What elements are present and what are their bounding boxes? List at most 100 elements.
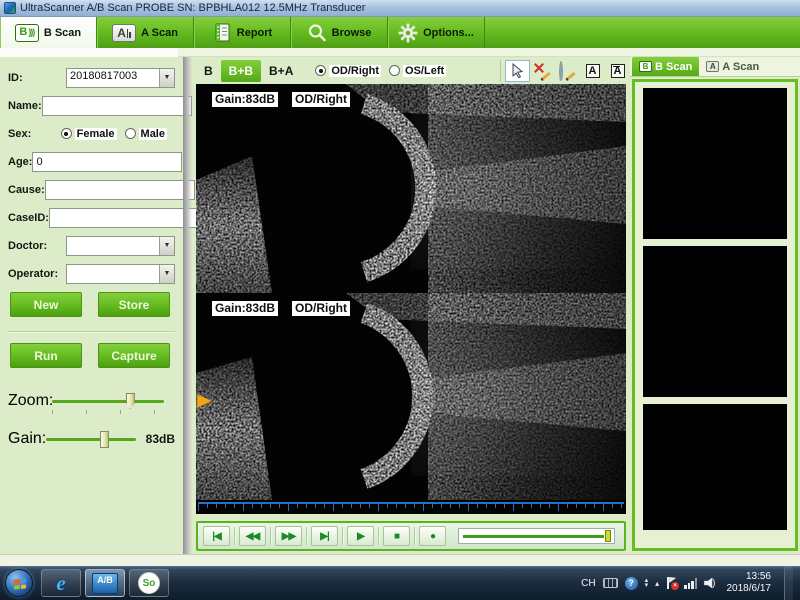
zoom-slider-thumb[interactable] [126,393,135,409]
a-scan-icon: A [112,24,136,42]
text-annotation-tool-button[interactable]: A [580,60,605,82]
toolbar-b-scan-button[interactable]: B))) B Scan [0,17,97,48]
browse-magnifier-icon [307,23,327,43]
mode-tab-b[interactable]: B [196,60,221,82]
gallery-body [632,79,798,551]
capture-thumbnail-3[interactable] [643,404,787,530]
pointer-tool-button[interactable] [505,60,530,82]
network-signal-icon[interactable] [684,578,697,589]
name-label: Name: [8,100,42,112]
internet-explorer-icon: e [56,573,65,594]
caseid-input[interactable] [49,208,199,228]
cause-label: Cause: [8,184,45,196]
text-a-overline-icon: A [611,64,625,78]
sex-male-label[interactable]: Male [139,128,167,140]
sogou-icon: So [138,572,160,594]
b-scan-mini-icon: B [639,61,652,72]
erase-annotation-tool-button[interactable] [555,60,580,82]
capture-thumbnail-2[interactable] [643,246,787,397]
capture-gallery-panel: B B Scan A A Scan [630,57,800,554]
playback-record-button[interactable]: ● [419,526,446,546]
gain-overlay-label: Gain:83dB [212,92,278,107]
playback-rewind-button[interactable]: ◀◀ [239,526,266,546]
playback-first-frame-button[interactable]: |◀ [203,526,230,546]
pointer-icon [511,63,524,78]
id-dropdown-button[interactable]: ▼ [159,69,174,87]
sex-male-radio[interactable] [125,128,136,139]
bscan-image-top[interactable]: Gain:83dB OD/Right [196,84,626,293]
id-combo[interactable]: 20180817003 ▼ [66,68,175,88]
volume-icon[interactable]: ) [704,577,715,589]
zoom-slider[interactable] [52,393,164,409]
text-annotation-line-tool-button[interactable]: A [605,60,630,82]
gallery-tab-b-scan[interactable]: B B Scan [632,57,699,76]
sex-label: Sex: [8,128,61,140]
age-input[interactable] [32,152,182,172]
playback-play-button[interactable]: ▶ [347,526,374,546]
cause-input[interactable] [45,180,195,200]
b-scan-icon: B))) [15,24,39,42]
os-left-label[interactable]: OS/Left [403,65,446,77]
capture-thumbnail-1[interactable] [643,88,787,239]
caseid-label: CaseID: [8,212,49,224]
text-a-icon: A [586,64,600,78]
os-left-radio[interactable] [389,65,400,76]
bscan-ultrasound-bottom [196,293,626,500]
age-label: Age: [8,156,32,168]
eye-overlay-label-2: OD/Right [292,301,350,316]
frame-position-slider[interactable] [458,528,615,544]
gain-slider-thumb[interactable] [100,431,109,448]
clock-time: 13:56 [746,571,771,583]
frame-position-thumb[interactable] [605,530,611,542]
taskbar-ab-scan-app-button[interactable]: A/B [85,569,125,597]
playback-last-frame-button[interactable]: ▶| [311,526,338,546]
gain-slider[interactable] [46,431,135,447]
delete-measure-tool-button[interactable] [530,60,555,82]
ultrasound-viewport: Gain:83dB OD/Right Gain:8 [196,84,626,514]
bscan-image-bottom[interactable]: Gain:83dB OD/Right [196,293,626,500]
a-scan-mini-icon: A [706,61,719,72]
doctor-dropdown-button[interactable]: ▼ [159,237,174,255]
playback-stop-button[interactable]: ■ [383,526,410,546]
operator-dropdown-button[interactable]: ▼ [159,265,174,283]
language-indicator[interactable]: CH [581,578,595,589]
action-center-flag-icon[interactable]: × [666,577,677,589]
doctor-label: Doctor: [8,240,66,252]
new-button[interactable]: New [10,292,82,317]
sex-female-label[interactable]: Female [75,128,117,140]
bscan-ultrasound-top [196,84,626,293]
clock-date: 2018/6/17 [727,583,772,595]
swirl-pencil-icon [559,63,577,79]
title-bar: UltraScanner A/B Scan PROBE SN: BPBHLA01… [0,0,800,17]
store-button[interactable]: Store [98,292,170,317]
taskbar-internet-explorer-button[interactable]: e [41,569,81,597]
gallery-tab-a-scan[interactable]: A A Scan [699,57,766,76]
toolbar-report-button[interactable]: Report [194,17,291,48]
run-button[interactable]: Run [10,343,82,368]
operator-combo[interactable]: ▼ [66,264,175,284]
toolbar-a-scan-button[interactable]: A A Scan [97,17,194,48]
taskbar-sogou-button[interactable]: So [129,569,169,597]
id-value: 20180817003 [67,69,159,87]
cine-playback-bar: |◀ ◀◀ ▶▶ ▶| ▶ ■ ● [196,521,626,551]
od-right-radio[interactable] [315,65,326,76]
gain-overlay-label-2: Gain:83dB [212,301,278,316]
report-icon [212,23,232,42]
mode-tab-b-plus-b[interactable]: B+B [221,60,261,82]
doctor-combo[interactable]: ▼ [66,236,175,256]
toolbar-browse-button[interactable]: Browse [291,17,388,48]
taskbar-clock[interactable]: 13:56 2018/6/17 [723,571,776,595]
sync-arrows-icon[interactable]: ▴▾ [645,578,649,588]
mode-tab-b-plus-a[interactable]: B+A [261,60,301,82]
capture-button[interactable]: Capture [98,343,170,368]
show-desktop-button[interactable] [784,566,793,600]
start-button[interactable] [5,569,33,597]
toolbar-options-button[interactable]: Options... [388,17,485,48]
keyboard-icon[interactable] [603,578,618,588]
name-input[interactable] [42,96,192,116]
show-hidden-icons-arrow[interactable]: ▴ [655,579,659,588]
sex-female-radio[interactable] [61,128,72,139]
od-right-label[interactable]: OD/Right [329,65,381,77]
playback-fast-forward-button[interactable]: ▶▶ [275,526,302,546]
help-tray-icon[interactable]: ? [625,577,638,590]
